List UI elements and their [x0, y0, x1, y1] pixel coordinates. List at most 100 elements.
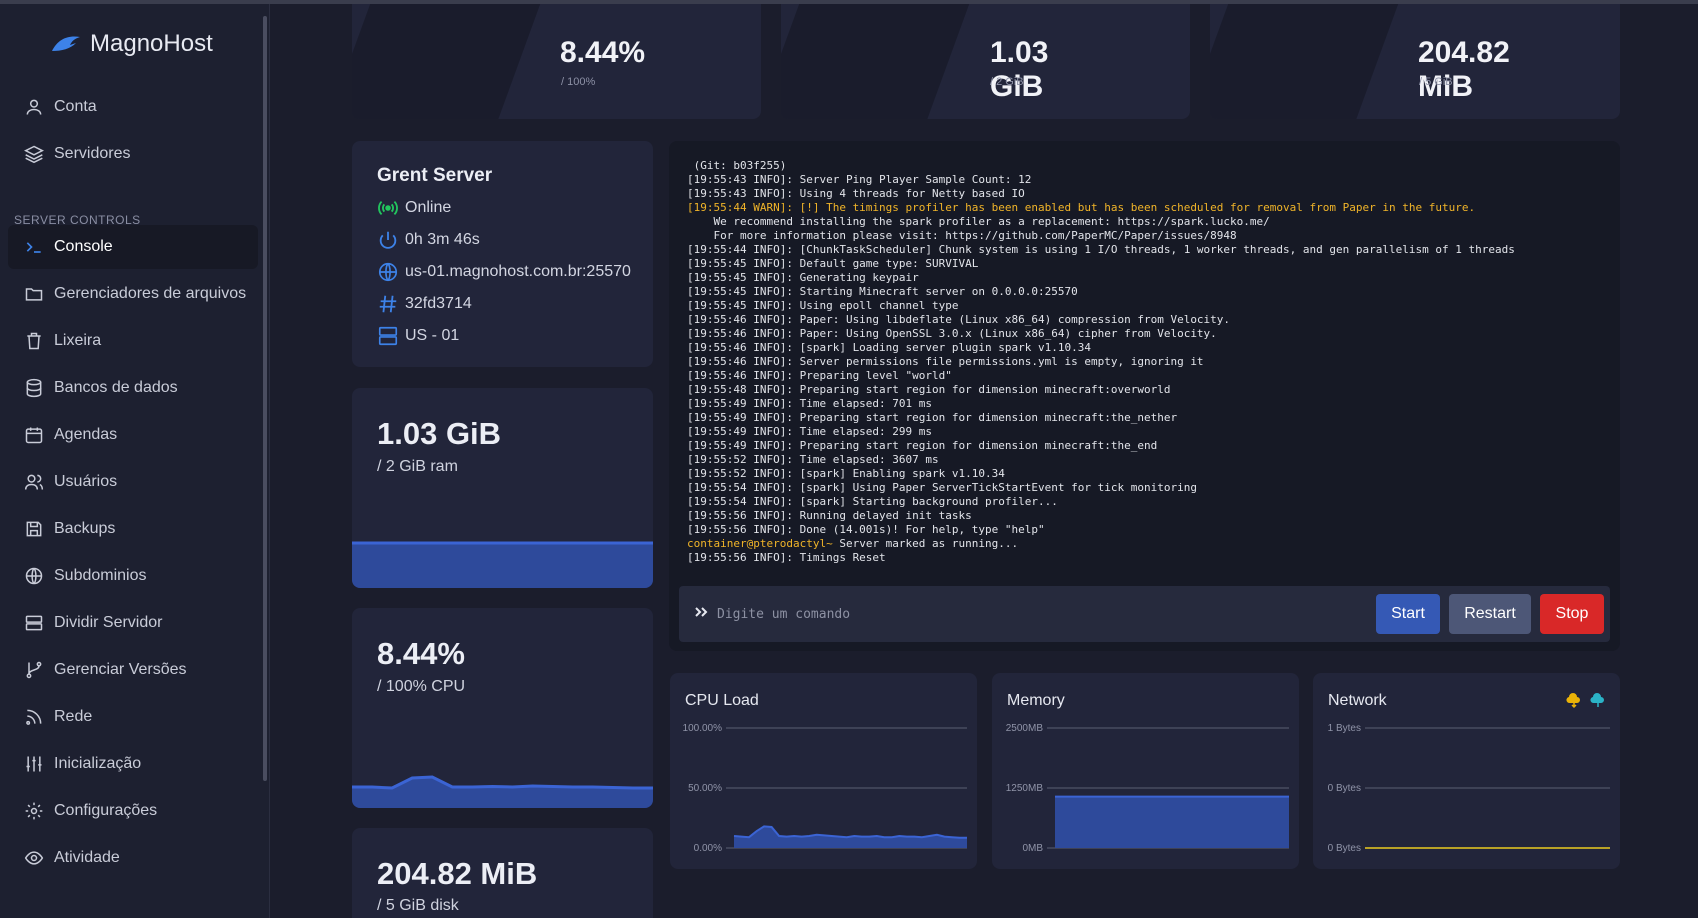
sidebar-item-label: Agendas: [54, 426, 118, 443]
sidebar-item-file-managers[interactable]: Gerenciadores de arquivos: [8, 272, 258, 316]
sidebar-item-label: Rede: [54, 708, 93, 725]
memory-graph: Memory 2500MB 1250MB 0MB: [992, 673, 1299, 869]
console-line: [19:55:46 INFO]: [spark] Loading server …: [687, 341, 1607, 355]
console-line-text: [19:55:54 INFO]: [spark] Using Paper Ser…: [687, 481, 1197, 494]
console-line-text: [19:55:49 INFO]: Time elapsed: 299 ms: [687, 425, 933, 438]
console-line-text: [19:55:52 INFO]: Time elapsed: 3607 ms: [687, 453, 939, 466]
top-stat-sub: / 2 GiB: [990, 76, 1024, 88]
database-icon: [26, 378, 42, 398]
y-tick-label: 2500MB: [1006, 723, 1044, 734]
sidebar-item-label: Console: [54, 238, 113, 255]
console-line: [19:55:52 INFO]: [spark] Enabling spark …: [687, 467, 1607, 481]
sidebar-item-subdomains[interactable]: Subdominios: [8, 554, 258, 598]
console-line: [19:55:44 INFO]: [ChunkTaskScheduler] Ch…: [687, 243, 1607, 257]
brand[interactable]: MagnoHost: [50, 30, 213, 58]
signal-online-icon: [378, 200, 398, 216]
console-line: [19:55:46 INFO]: Server permissions file…: [687, 355, 1607, 369]
sidebar-scrollbar[interactable]: [263, 16, 267, 781]
top-stat-sub: / 5 GiB: [1419, 76, 1453, 88]
console-line: [19:55:48 INFO]: Preparing start region …: [687, 383, 1607, 397]
sidebar-item-label: Gerenciar Versões: [54, 661, 187, 678]
console-line-text: [19:55:45 INFO]: Generating keypair: [687, 271, 919, 284]
console-line-text: [19:55:43 INFO]: Server Ping Player Samp…: [687, 173, 1032, 186]
ram-usage-fill: [352, 543, 653, 588]
restart-button[interactable]: Restart: [1449, 594, 1531, 634]
memory-plot: 2500MB 1250MB 0MB: [1006, 723, 1289, 854]
server-status-row: Online: [377, 197, 451, 219]
sidebar-item-label: Conta: [54, 98, 97, 115]
sidebar-item-backups[interactable]: Backups: [8, 507, 258, 551]
sidebar-item-startup[interactable]: Inicialização: [8, 742, 258, 786]
y-tick-label: 0MB: [1022, 843, 1043, 854]
y-tick-label: 50.00%: [688, 783, 722, 794]
sidebar-item-users[interactable]: Usuários: [8, 460, 258, 504]
brand-name: MagnoHost: [90, 30, 213, 57]
console-line-text: [19:55:43 INFO]: Using 4 threads for Net…: [687, 187, 1025, 200]
stop-button[interactable]: Stop: [1540, 594, 1604, 634]
globe-icon: [378, 262, 398, 282]
sidebar-item-schedules[interactable]: Agendas: [8, 413, 258, 457]
sidebar-item-console[interactable]: Console: [8, 225, 258, 269]
top-stat-memory: 1.03 GiB / 2 GiB: [781, 4, 1190, 119]
sidebar-item-versions[interactable]: Gerenciar Versões: [8, 648, 258, 692]
hash-icon: [379, 295, 397, 313]
top-stat-sub: / 100%: [561, 76, 596, 88]
server-icon: [25, 615, 43, 631]
console-line-text: [19:55:46 INFO]: Paper: Using OpenSSL 3.…: [687, 327, 1217, 340]
server-node: US - 01: [405, 327, 460, 344]
top-stat-value: 8.44%: [560, 36, 646, 69]
console-line: [19:55:46 INFO]: Paper: Using OpenSSL 3.…: [687, 327, 1607, 341]
console-line: [19:55:56 INFO]: Timings Reset: [687, 551, 1607, 565]
console-line-text: [19:55:56 INFO]: Running delayed init ta…: [687, 509, 972, 522]
top-stat-disk: 204.82 MiB / 5 GiB: [1210, 4, 1620, 119]
top-stat-background-graphic: [352, 4, 548, 119]
top-stat-value: 1.03 GiB: [990, 36, 1049, 103]
console-line-text: [19:55:49 INFO]: Time elapsed: 701 ms: [687, 397, 933, 410]
sidebar-item-label: Usuários: [54, 473, 118, 490]
y-tick-label: 100.00%: [683, 723, 723, 734]
rss-icon: [26, 709, 42, 725]
console-line-text: [19:55:46 INFO]: Server permissions file…: [687, 355, 1204, 368]
console-line: [19:55:45 INFO]: Using epoll channel typ…: [687, 299, 1607, 313]
console-line-text: [19:55:52 INFO]: [spark] Enabling spark …: [687, 467, 1005, 480]
start-button[interactable]: Start: [1376, 594, 1440, 634]
console-line: [19:55:45 INFO]: Generating keypair: [687, 271, 1607, 285]
server-address[interactable]: us-01.magnohost.com.br:25570: [405, 263, 631, 281]
sidebar-item-label: Configurações: [54, 802, 158, 819]
server-name: Grent Server: [377, 165, 493, 186]
sidebar-item-servidores[interactable]: Servidores: [8, 132, 258, 176]
console-line: [19:55:43 INFO]: Server Ping Player Samp…: [687, 173, 1607, 187]
y-tick-label: 0 Bytes: [1328, 783, 1361, 794]
console-line: [19:55:54 INFO]: [spark] Using Paper Ser…: [687, 481, 1607, 495]
server-address-row[interactable]: us-01.magnohost.com.br:25570: [377, 261, 631, 283]
command-input[interactable]: [717, 600, 1287, 628]
user-icon: [26, 99, 42, 115]
console-line: (Git: b03f255): [687, 159, 1607, 173]
console-line: [19:55:49 INFO]: Time elapsed: 299 ms: [687, 425, 1607, 439]
sidebar-item-databases[interactable]: Bancos de dados: [8, 366, 258, 410]
server-console[interactable]: (Git: b03f255) [19:55:43 INFO]: Server Pi…: [669, 141, 1620, 651]
folder-icon: [25, 288, 43, 301]
sidebar-item-settings[interactable]: Configurações: [8, 789, 258, 833]
globe-icon: [25, 567, 43, 585]
sidebar: MagnoHost Conta Servidores SERVER CONTRO…: [0, 4, 270, 918]
console-line: [19:55:49 INFO]: Preparing start region …: [687, 411, 1607, 425]
console-line-text: [19:55:44 INFO]: [ChunkTaskScheduler] Ch…: [687, 243, 1515, 256]
sidebar-item-trash[interactable]: Lixeira: [8, 319, 258, 363]
sidebar-item-activity[interactable]: Atividade: [8, 836, 258, 880]
console-line: [19:55:49 INFO]: Time elapsed: 701 ms: [687, 397, 1607, 411]
console-line-text: [19:55:49 INFO]: Preparing start region …: [687, 411, 1178, 424]
sidebar-item-split-server[interactable]: Dividir Servidor: [8, 601, 258, 645]
terminal-icon: [26, 242, 41, 253]
console-line-text: [19:55:44 WARN]: [!] The timings profile…: [687, 201, 1476, 214]
server-status: Online: [405, 199, 452, 216]
top-stat-background-graphic: [781, 4, 977, 119]
console-line-text: [19:55:45 INFO]: Using epoll channel typ…: [687, 299, 959, 312]
layers-icon: [24, 145, 44, 164]
ram-sparkline: [352, 541, 653, 588]
console-line-text: [19:55:56 INFO]: Done (14.001s)! For hel…: [687, 523, 1045, 536]
console-line-text: [19:55:46 INFO]: Preparing level "world": [687, 369, 952, 382]
console-line-text: Server marked as running...: [832, 537, 1019, 550]
sidebar-item-conta[interactable]: Conta: [8, 85, 258, 129]
sidebar-item-network[interactable]: Rede: [8, 695, 258, 739]
